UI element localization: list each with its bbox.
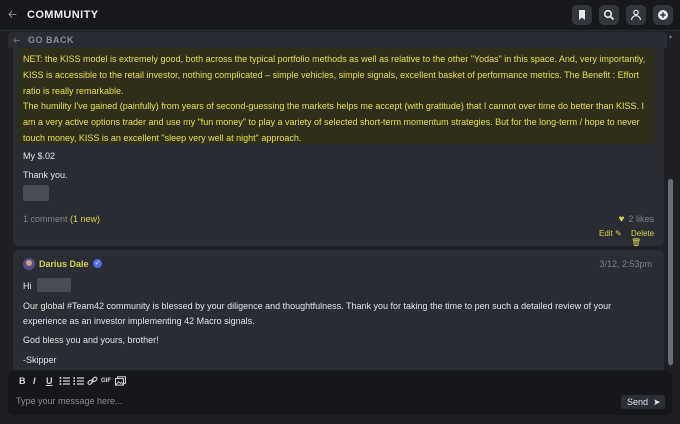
scroll-up-icon[interactable]: ▲ [667,34,674,40]
comment-paragraph: The humility I've gained (painfully) fro… [23,101,645,143]
reply-paragraph: Our global #Team42 community is blessed … [23,301,612,326]
scrollbar[interactable]: ▲ ▼ [667,32,674,370]
delete-button[interactable]: Delete 🗑 [631,229,664,247]
italic-button[interactable]: I [33,376,36,387]
user-settings-button[interactable] [626,5,646,25]
image-icon[interactable] [115,376,126,387]
link-icon[interactable] [87,376,98,387]
comment-paragraph: NET: the KISS model is extremely good, b… [23,54,646,96]
bullet-list-icon[interactable] [59,376,70,387]
go-back-label: GO BACK [28,35,74,45]
verified-badge-icon: ✓ [93,259,102,268]
scrollbar-thumb[interactable] [668,179,673,365]
comment-card: NET: the KISS model is extremely good, b… [13,48,664,247]
message-input[interactable] [16,393,576,409]
avatar[interactable] [23,258,35,270]
underline-button[interactable]: U [46,376,53,387]
plus-circle-icon [658,10,668,20]
comment-line: Thank you. [23,170,68,180]
search-button[interactable] [599,5,619,25]
send-label: Send [627,397,649,407]
go-back-link[interactable]: 🡠 GO BACK [8,32,667,48]
delete-label: Delete [631,229,655,238]
heart-icon: ♥ [618,214,625,225]
bookmark-icon [579,10,585,20]
reply-greeting: Hi [23,281,32,291]
message-composer: B I U GIF Send ➤ [8,371,672,415]
quoted-highlight: NET: the KISS model is extremely good, b… [18,48,655,144]
back-arrow-icon: 🡠 [13,35,21,45]
thread-scroll-area[interactable]: NET: the KISS model is extremely good, b… [8,48,667,370]
app-title: COMMUNITY [27,9,99,21]
reply-card: Darius Dale ✓ 3/12, 2:53pm Hi Our global… [13,250,664,370]
comment-count-link[interactable]: 1 comment (1 new) [23,214,100,224]
comment-line: My $.02 [23,151,56,161]
top-bar: 🡠 COMMUNITY [0,0,680,31]
add-button[interactable] [653,5,673,25]
edit-label: Edit [599,229,613,238]
reply-timestamp: 3/12, 2:53pm [599,259,652,269]
trash-icon: 🗑 [631,238,642,247]
comment-new-count: (1 new) [70,214,101,224]
send-icon: ➤ [653,397,661,407]
bookmark-button[interactable] [572,5,592,25]
reply-signoff: -Skipper [23,355,57,365]
author-name[interactable]: Darius Dale [39,259,89,269]
reply-paragraph: God bless you and yours, brother! [23,335,159,345]
redacted-name [37,278,71,292]
user-settings-icon [630,9,642,21]
edit-button[interactable]: Edit ✎ [599,229,622,238]
search-icon [603,9,615,21]
edit-icon: ✎ [615,229,622,238]
scroll-down-icon[interactable]: ▼ [667,362,674,368]
numbered-list-icon[interactable] [73,376,84,387]
redacted-signature [23,185,49,201]
gif-button[interactable]: GIF [101,376,111,387]
send-button[interactable]: Send ➤ [621,395,665,409]
bold-button[interactable]: B [19,376,26,387]
comment-count: 1 comment [23,214,68,224]
back-arrow-icon[interactable]: 🡠 [8,9,20,21]
like-count: 2 likes [628,214,654,224]
like-button[interactable]: ♥ 2 likes [619,214,654,225]
